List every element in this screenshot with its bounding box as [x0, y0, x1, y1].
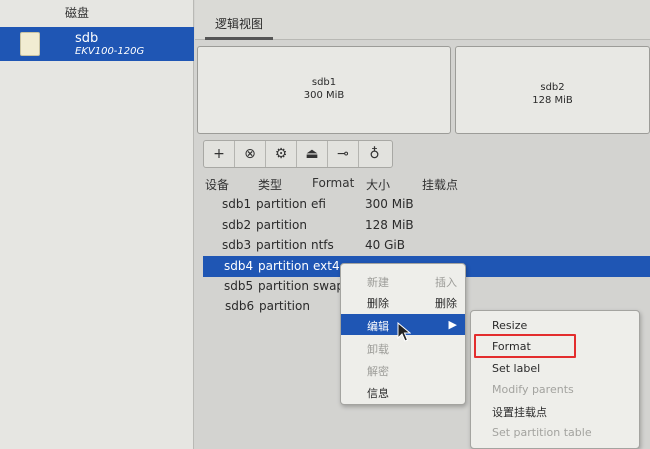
plus-icon: +	[213, 146, 225, 162]
menu-item-label: 新建	[367, 276, 389, 289]
menu-item-decrypt[interactable]: 解密	[341, 359, 465, 380]
table-row[interactable]: sdb2 partition 128 MiB	[203, 215, 650, 236]
submenu-item-modify-parents[interactable]: Modify parents	[471, 379, 639, 400]
sidebar-header: 磁盘	[64, 6, 89, 20]
submenu-item-label: Set label	[492, 362, 541, 375]
submenu-item-label: Modify parents	[492, 383, 574, 396]
partition-box-name: sdb2	[540, 82, 565, 93]
cell-type: partition	[256, 238, 307, 252]
cell-type: partition	[256, 197, 307, 211]
submenu-item-set-partition-table[interactable]: Set partition table	[471, 422, 639, 443]
cell-type: partition	[258, 279, 309, 293]
column-header-size[interactable]: 大小	[366, 176, 390, 193]
partition-box-size: 300 MiB	[303, 90, 345, 101]
cell-device: sdb2	[222, 218, 252, 232]
menu-item-info[interactable]: 信息	[341, 381, 465, 402]
partition-box-name: sdb1	[311, 77, 337, 88]
table-row[interactable]: sdb1 partition efi 300 MiB	[203, 194, 650, 215]
gear-icon: ⚙	[274, 146, 288, 162]
cell-type: partition	[258, 259, 309, 273]
submenu-arrow-icon: ▶	[448, 318, 457, 331]
bulb-icon: ♁	[369, 146, 380, 162]
submenu-item-resize[interactable]: Resize	[471, 315, 639, 336]
cell-size: 40 GiB	[365, 238, 405, 252]
submenu-item-label: 设置挂载点	[492, 406, 547, 419]
cell-format: ext4	[313, 259, 340, 273]
delete-button[interactable]: ⊗	[235, 141, 266, 167]
menu-item-label: 信息	[367, 387, 389, 400]
partition-box-sdb2[interactable]: sdb2 128 MiB	[455, 46, 650, 134]
partition-toolbar: + ⊗ ⚙ ⏏ ⊸ ♁	[203, 140, 393, 168]
cell-device: sdb5	[224, 279, 254, 293]
cell-device: sdb1	[222, 197, 252, 211]
disk-sidebar: 磁盘 sdb EKV100-120G	[0, 0, 194, 449]
menu-item-label: 卸载	[367, 343, 389, 356]
menu-item-label: 删除	[367, 297, 389, 310]
cell-type: partition	[256, 218, 307, 232]
disk-model: EKV100-120G	[75, 46, 145, 57]
info-button[interactable]: ♁	[359, 141, 390, 167]
cell-size: 300 MiB	[365, 197, 414, 211]
add-button[interactable]: +	[204, 141, 235, 167]
key-icon: ⊸	[337, 146, 349, 162]
cell-format: ntfs	[311, 238, 334, 252]
menu-item-accel: 删除	[435, 297, 457, 310]
disk-name: sdb	[75, 31, 99, 46]
menu-item-label: 编辑	[367, 320, 389, 333]
cell-size: 128 MiB	[365, 218, 414, 232]
cell-type: partition	[259, 299, 310, 313]
delete-icon: ⊗	[244, 146, 256, 162]
disk-icon	[20, 32, 40, 56]
eject-button[interactable]: ⏏	[297, 141, 328, 167]
cell-format: efi	[311, 197, 326, 211]
column-header-device[interactable]: 设备	[205, 176, 229, 193]
partition-box-sdb1[interactable]: sdb1 300 MiB	[197, 46, 451, 134]
sidebar-item-disk[interactable]: sdb EKV100-120G	[0, 27, 194, 61]
eject-icon: ⏏	[305, 146, 319, 162]
cell-device: sdb4	[224, 259, 254, 273]
format-highlight-box	[474, 334, 576, 358]
tab-logical-view[interactable]: 逻辑视图	[205, 10, 274, 40]
edit-submenu: Resize Format Set label Modify parents 设…	[470, 310, 640, 449]
cell-device: sdb6	[225, 299, 255, 313]
menu-item-accel: 插入	[435, 276, 457, 289]
column-header-type[interactable]: 类型	[258, 176, 282, 193]
partition-box-size: 128 MiB	[532, 95, 573, 106]
submenu-item-set-mountpoint[interactable]: 设置挂载点	[471, 400, 639, 421]
submenu-item-label: Resize	[492, 319, 528, 332]
menu-item-new[interactable]: 新建 插入	[341, 270, 465, 291]
submenu-item-set-label[interactable]: Set label	[471, 358, 639, 379]
mouse-cursor-icon	[397, 322, 411, 342]
column-header-mount[interactable]: 挂载点	[422, 176, 458, 193]
menu-item-delete[interactable]: 删除 删除	[341, 291, 465, 312]
column-header-format[interactable]: Format	[312, 176, 354, 190]
settings-button[interactable]: ⚙	[266, 141, 297, 167]
submenu-item-label: Set partition table	[492, 426, 592, 439]
cell-device: sdb3	[222, 238, 252, 252]
menu-item-label: 解密	[367, 365, 389, 378]
key-button[interactable]: ⊸	[328, 141, 359, 167]
table-row[interactable]: sdb3 partition ntfs 40 GiB	[203, 235, 650, 256]
